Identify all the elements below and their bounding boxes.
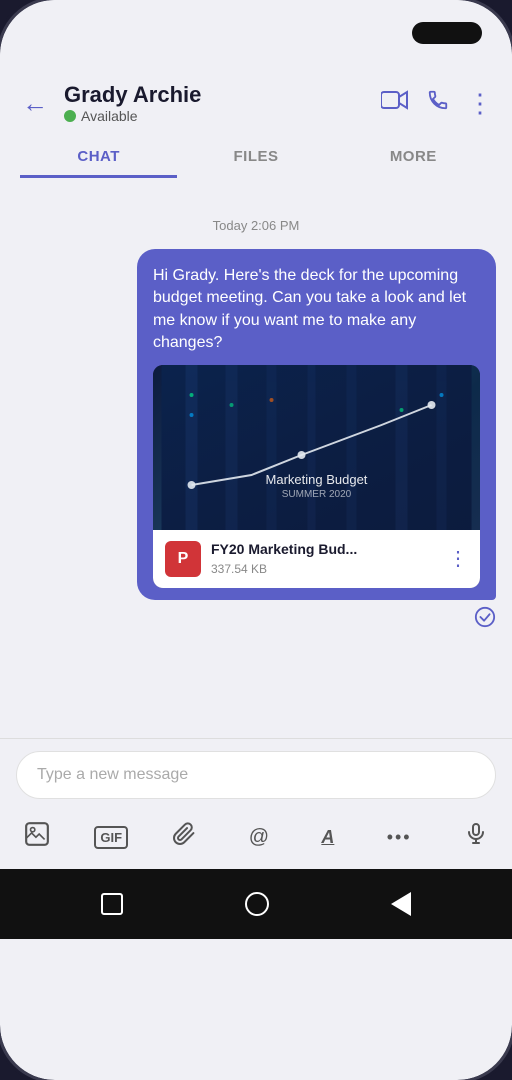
attachment-info: FY20 Marketing Bud... 337.54 KB	[211, 540, 438, 578]
attachment-preview: Marketing Budget SUMMER 2020	[153, 365, 480, 530]
message-timestamp: Today 2:06 PM	[16, 218, 496, 233]
more-options-icon[interactable]: ⋮	[467, 88, 494, 119]
video-call-icon[interactable]	[381, 90, 409, 116]
contact-info: Grady Archie Available	[64, 82, 369, 124]
back-button[interactable]: ←	[18, 84, 52, 123]
status-bar	[0, 0, 512, 70]
message-text: Hi Grady. Here's the deck for the upcomi…	[153, 267, 466, 351]
tab-more[interactable]: MORE	[335, 134, 492, 178]
attachment-filesize: 337.54 KB	[211, 561, 438, 578]
attachment-more-button[interactable]: ⋮	[448, 545, 468, 573]
gif-icon[interactable]: GIF	[94, 826, 128, 849]
more-toolbar-icon[interactable]: •••	[379, 823, 420, 852]
bottom-nav	[0, 869, 512, 939]
header: ← Grady Archie Available	[0, 70, 512, 124]
image-icon[interactable]	[16, 817, 58, 857]
phone-frame: ← Grady Archie Available	[0, 0, 512, 1080]
preview-chart-svg	[153, 365, 480, 530]
nav-square-icon[interactable]	[101, 893, 123, 915]
status-dot-icon	[64, 110, 76, 122]
message-container: Hi Grady. Here's the deck for the upcomi…	[74, 249, 496, 633]
phone-call-icon[interactable]	[427, 89, 449, 117]
nav-triangle-icon[interactable]	[391, 892, 411, 916]
message-read-receipt	[74, 606, 496, 633]
attachment-footer: P FY20 Marketing Bud... 337.54 KB ⋮	[153, 530, 480, 588]
tab-files[interactable]: FILES	[177, 134, 334, 178]
attachment-filename: FY20 Marketing Bud...	[211, 540, 438, 560]
message-input-area: Type a new message	[0, 738, 512, 809]
tabs-bar: CHAT FILES MORE	[0, 134, 512, 178]
mic-icon[interactable]	[456, 818, 496, 856]
chat-area: Today 2:06 PM Hi Grady. Here's the deck …	[0, 178, 512, 738]
preview-subtitle-text: SUMMER 2020	[282, 488, 351, 502]
contact-name: Grady Archie	[64, 82, 369, 108]
phone-screen: ← Grady Archie Available	[0, 0, 512, 1080]
tab-chat[interactable]: CHAT	[20, 134, 177, 178]
mention-icon[interactable]: @	[241, 822, 277, 853]
nav-circle-icon[interactable]	[245, 892, 269, 916]
attachment-icon[interactable]	[164, 818, 204, 856]
status-text: Available	[81, 108, 138, 124]
header-actions: ⋮	[381, 88, 494, 119]
format-text-icon[interactable]: A	[313, 823, 342, 852]
outgoing-message-bubble: Hi Grady. Here's the deck for the upcomi…	[137, 249, 496, 600]
camera-pill	[412, 22, 482, 44]
attachment-card[interactable]: Marketing Budget SUMMER 2020 P FY20 Mark…	[153, 365, 480, 588]
powerpoint-icon: P	[165, 541, 201, 577]
toolbar: GIF @ A •••	[0, 809, 512, 869]
contact-status: Available	[64, 108, 369, 124]
message-input[interactable]: Type a new message	[16, 751, 496, 799]
